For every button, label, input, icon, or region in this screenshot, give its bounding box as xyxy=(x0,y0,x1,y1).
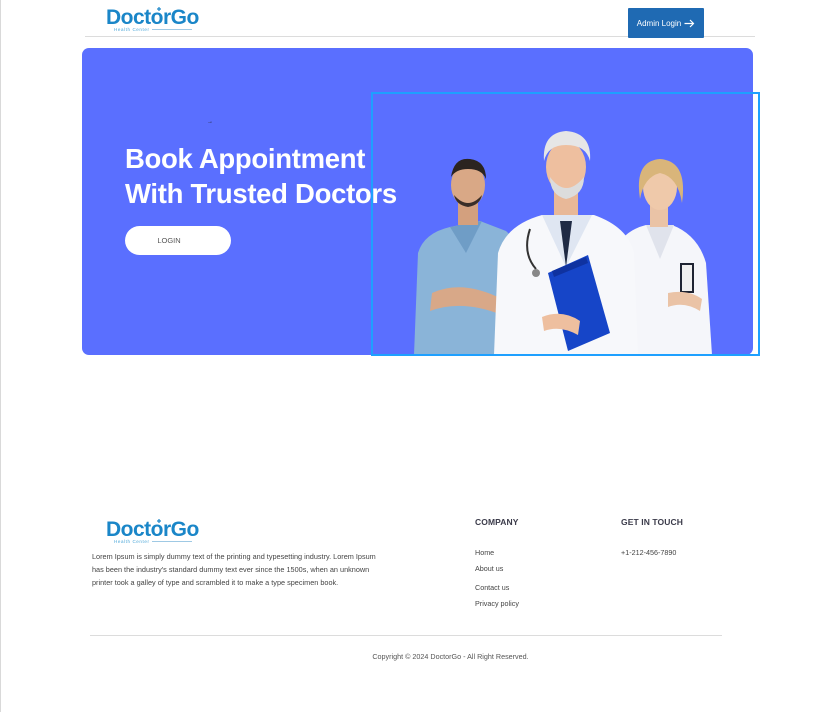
logo-cross-icon xyxy=(157,519,161,523)
footer-link-privacy[interactable]: Privacy policy xyxy=(475,599,519,608)
footer-link-home[interactable]: Home xyxy=(475,548,494,557)
arrow-right-icon xyxy=(684,19,695,27)
footer-contact-title: GET IN TOUCH xyxy=(621,517,683,527)
admin-login-button[interactable]: Admin Login xyxy=(628,8,704,38)
hero-title: Book Appointment With Trusted Doctors xyxy=(125,141,397,211)
footer-logo-underline xyxy=(152,541,192,542)
logo-underline xyxy=(152,29,192,30)
hero-arrow-glyph: → xyxy=(207,119,213,125)
footer-description: Lorem Ipsum is simply dummy text of the … xyxy=(92,552,376,588)
site-header: DoctorGo Health Center Admin Login xyxy=(85,0,755,38)
hero-title-line-2: With Trusted Doctors xyxy=(125,178,397,209)
admin-login-label: Admin Login xyxy=(636,18,682,28)
hero-login-label: LOGIN xyxy=(157,236,181,245)
hero-title-line-1: Book Appointment xyxy=(125,143,366,174)
logo-text: DoctorGo xyxy=(106,6,199,29)
doctor-center xyxy=(494,131,638,355)
footer-logo-text: DoctorGo xyxy=(106,518,199,541)
footer-logo-tagline: Health Center xyxy=(114,539,150,544)
footer-link-contact[interactable]: Contact us xyxy=(475,583,509,592)
footer-logo[interactable]: DoctorGo Health Center xyxy=(106,518,199,545)
logo-tagline: Health Center xyxy=(114,27,150,32)
footer-phone[interactable]: +1-212-456-7890 xyxy=(621,548,676,557)
doctors-image xyxy=(414,131,712,355)
hero-login-button[interactable]: LOGIN xyxy=(125,226,231,255)
footer-divider xyxy=(90,635,722,636)
footer-link-about[interactable]: About us xyxy=(475,564,503,573)
page-left-border xyxy=(0,0,1,712)
hero-banner: → Book Appointment With Trusted Doctors … xyxy=(82,48,753,355)
header-logo[interactable]: DoctorGo Health Center xyxy=(106,6,199,33)
footer-copyright: Copyright © 2024 DoctorGo - All Right Re… xyxy=(372,652,529,661)
footer-company-title: COMPANY xyxy=(475,517,519,527)
logo-cross-icon xyxy=(157,7,161,11)
